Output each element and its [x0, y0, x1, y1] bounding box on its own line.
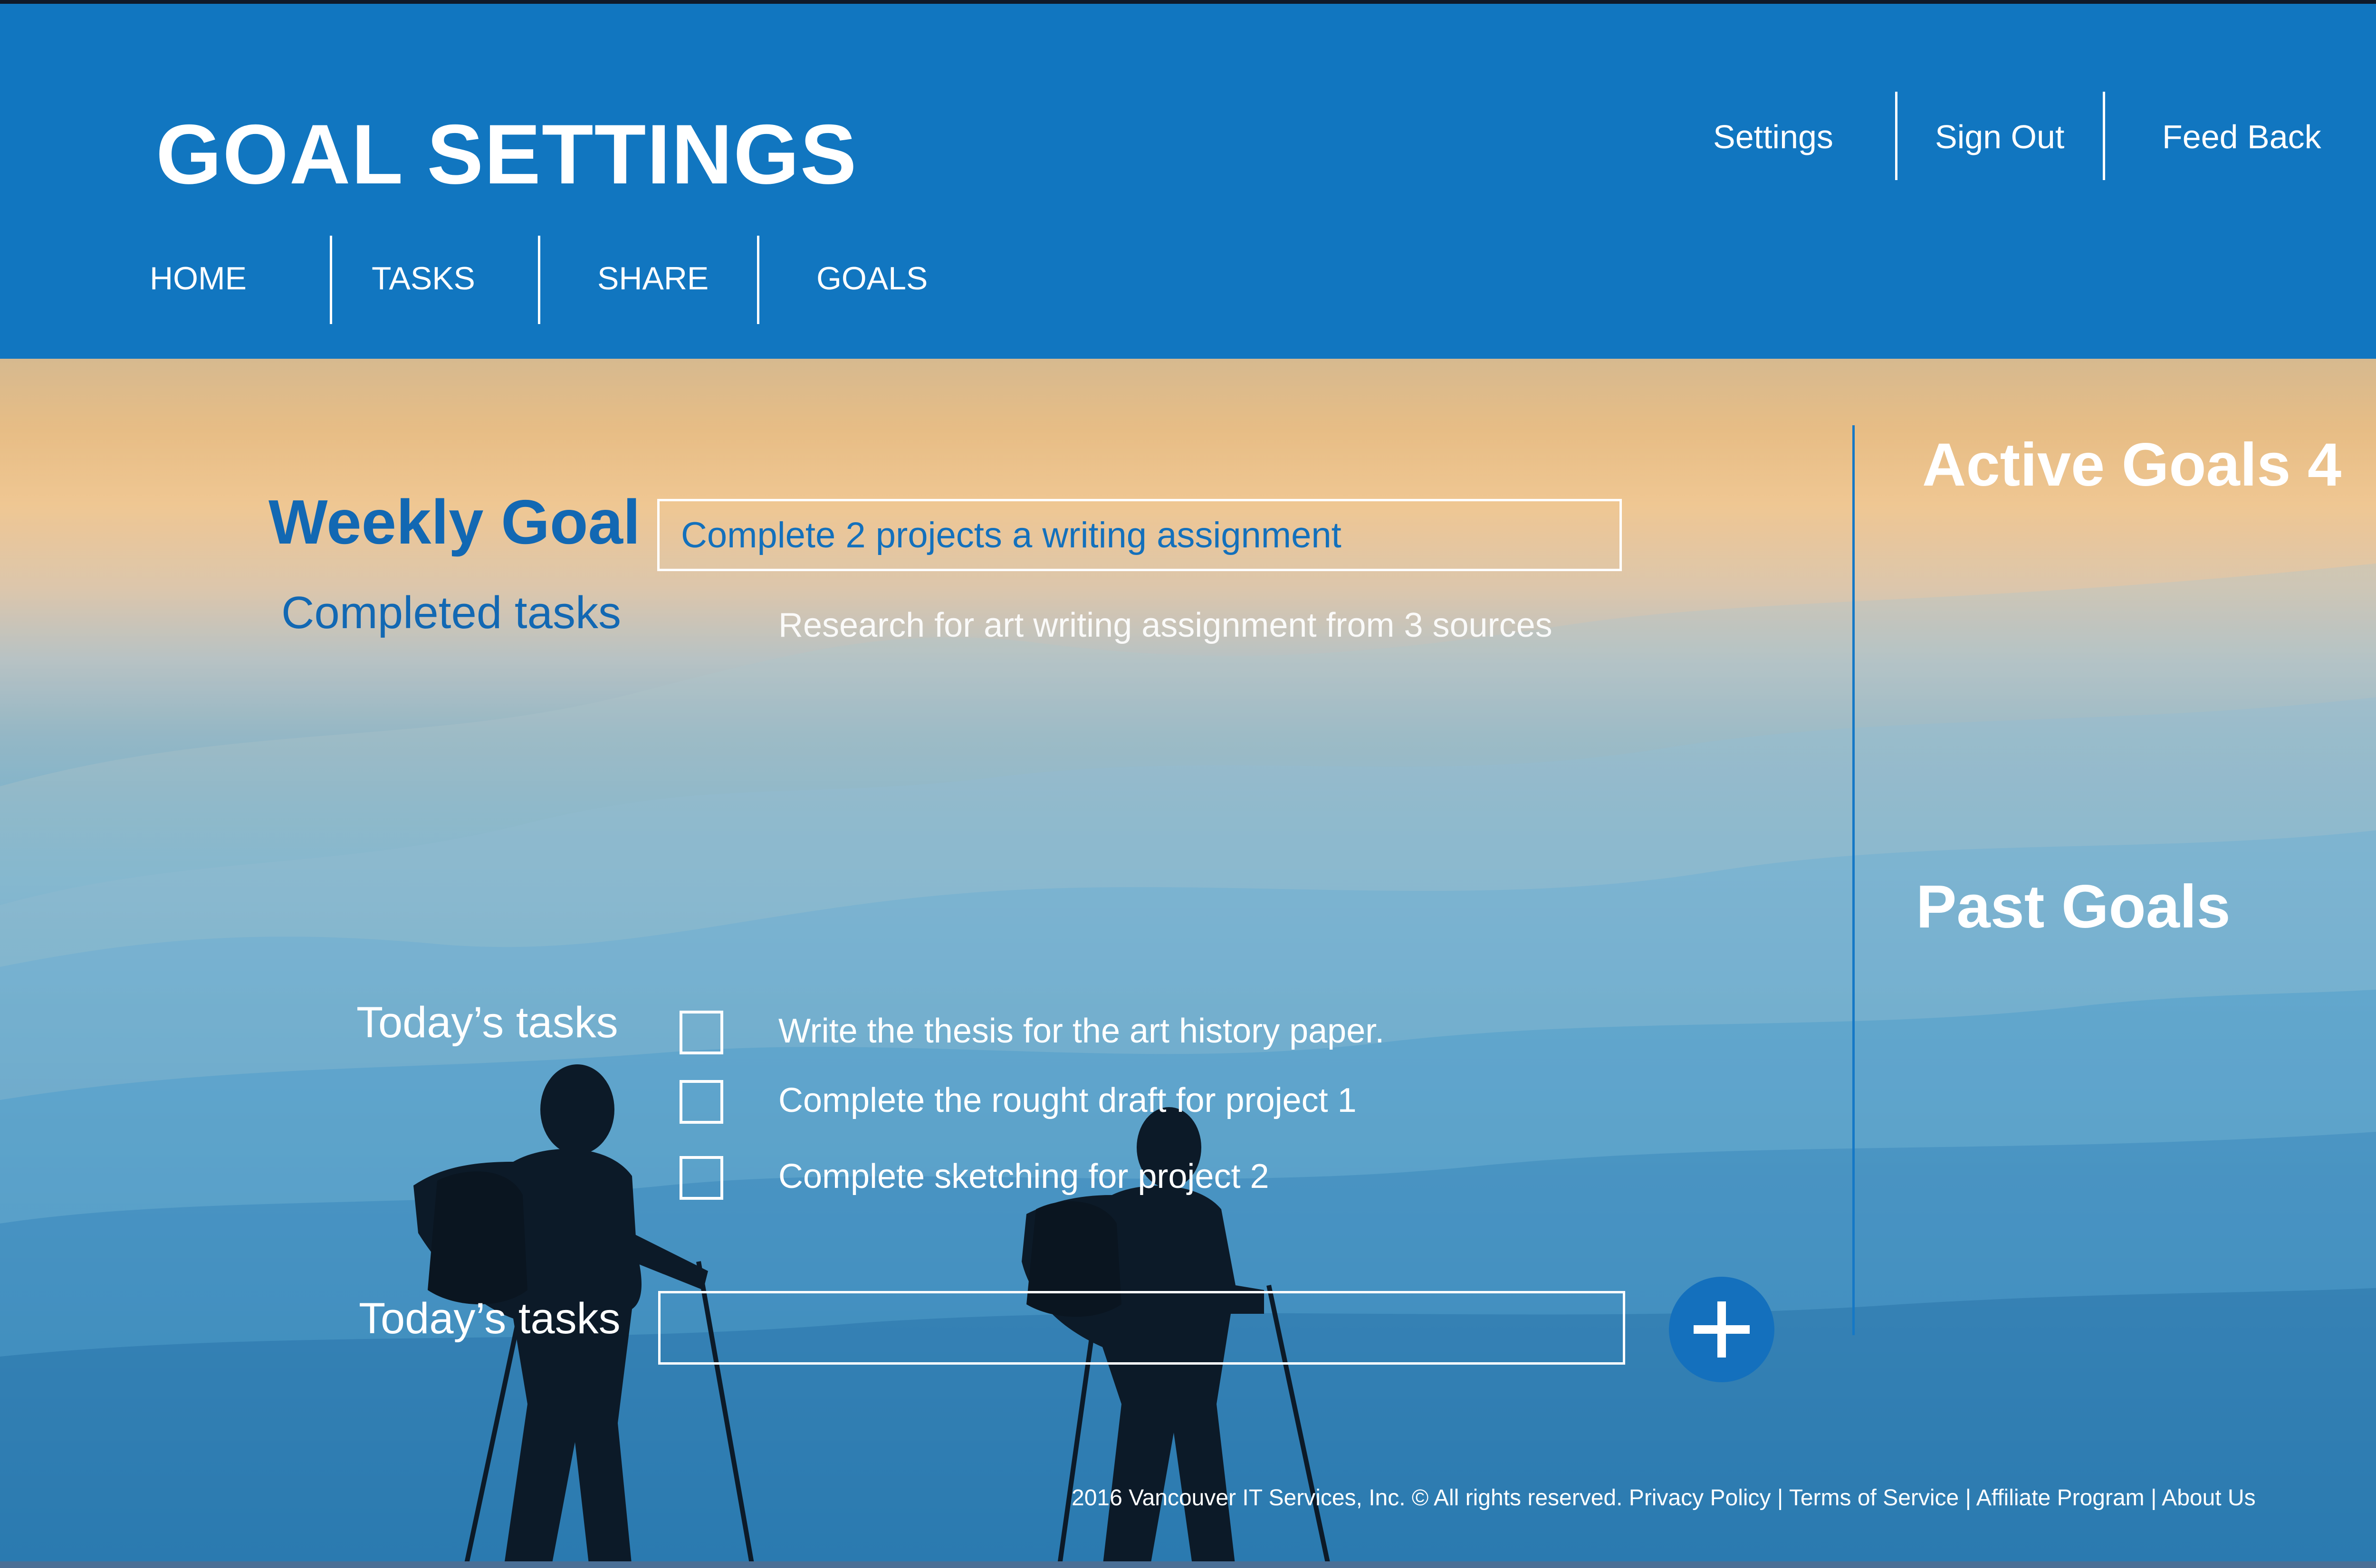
sidebar-divider: [1852, 425, 1855, 1335]
footer-separator: |: [1965, 1485, 1976, 1511]
todays-tasks-label: Today’s tasks: [356, 998, 618, 1047]
task-text: Write the thesis for the art history pap…: [778, 1012, 1385, 1050]
task-row: Complete the rought draft for project 1: [680, 1080, 1725, 1128]
nav-goals[interactable]: GOALS: [816, 236, 928, 326]
sign-out-link[interactable]: Sign Out: [1935, 92, 2064, 182]
header: GOAL SETTINGS Settings Sign Out Feed Bac…: [0, 0, 2376, 359]
nav-divider: [330, 236, 332, 324]
completed-task-item: Research for art writing assignment from…: [778, 606, 1552, 644]
task-checkbox[interactable]: [680, 1156, 723, 1200]
main-nav: HOME TASKS SHARE GOALS: [0, 236, 950, 326]
weekly-goal-label: Weekly Goal: [268, 487, 641, 557]
footer: 2016 Vancouver IT Services, Inc. © All r…: [1072, 1485, 2256, 1511]
nav-home[interactable]: HOME: [150, 236, 247, 326]
utility-divider: [2103, 92, 2105, 180]
app-title: GOAL SETTINGS: [156, 107, 858, 201]
copyright-text: 2016 Vancouver IT Services, Inc. © All r…: [1072, 1485, 1623, 1511]
affiliate-program-link[interactable]: Affiliate Program: [1976, 1485, 2145, 1511]
terms-of-service-link[interactable]: Terms of Service: [1789, 1485, 1959, 1511]
about-us-link[interactable]: About Us: [2162, 1485, 2255, 1511]
task-checkbox[interactable]: [680, 1080, 723, 1124]
utility-divider: [1895, 92, 1897, 180]
settings-link[interactable]: Settings: [1713, 92, 1833, 182]
task-text: Complete sketching for project 2: [778, 1157, 1269, 1195]
past-goals-link[interactable]: Past Goals: [1916, 872, 2231, 942]
task-checkbox[interactable]: [680, 1011, 723, 1054]
weekly-goal-input[interactable]: [657, 499, 1622, 571]
feedback-link[interactable]: Feed Back: [2162, 92, 2321, 182]
new-task-label: Today’s tasks: [359, 1294, 621, 1343]
bottom-strip: [0, 1561, 2376, 1568]
footer-separator: |: [2151, 1485, 2162, 1511]
goal-settings-page: GOAL SETTINGS Settings Sign Out Feed Bac…: [0, 0, 2376, 1568]
task-row: Write the thesis for the art history pap…: [680, 1011, 1725, 1058]
completed-tasks-label: Completed tasks: [281, 587, 621, 638]
nav-tasks[interactable]: TASKS: [372, 236, 475, 326]
task-row: Complete sketching for project 2: [680, 1156, 1725, 1204]
hero-section: Weekly Goal Completed tasks Research for…: [0, 359, 2376, 1568]
nav-divider: [757, 236, 759, 324]
nav-divider: [538, 236, 540, 324]
footer-separator: |: [1777, 1485, 1789, 1511]
privacy-policy-link[interactable]: Privacy Policy: [1629, 1485, 1771, 1511]
add-task-button[interactable]: [1669, 1277, 1774, 1382]
new-task-input[interactable]: [658, 1291, 1625, 1365]
nav-share[interactable]: SHARE: [597, 236, 709, 326]
task-text: Complete the rought draft for project 1: [778, 1081, 1357, 1119]
active-goals-link[interactable]: Active Goals 4: [1922, 430, 2341, 500]
